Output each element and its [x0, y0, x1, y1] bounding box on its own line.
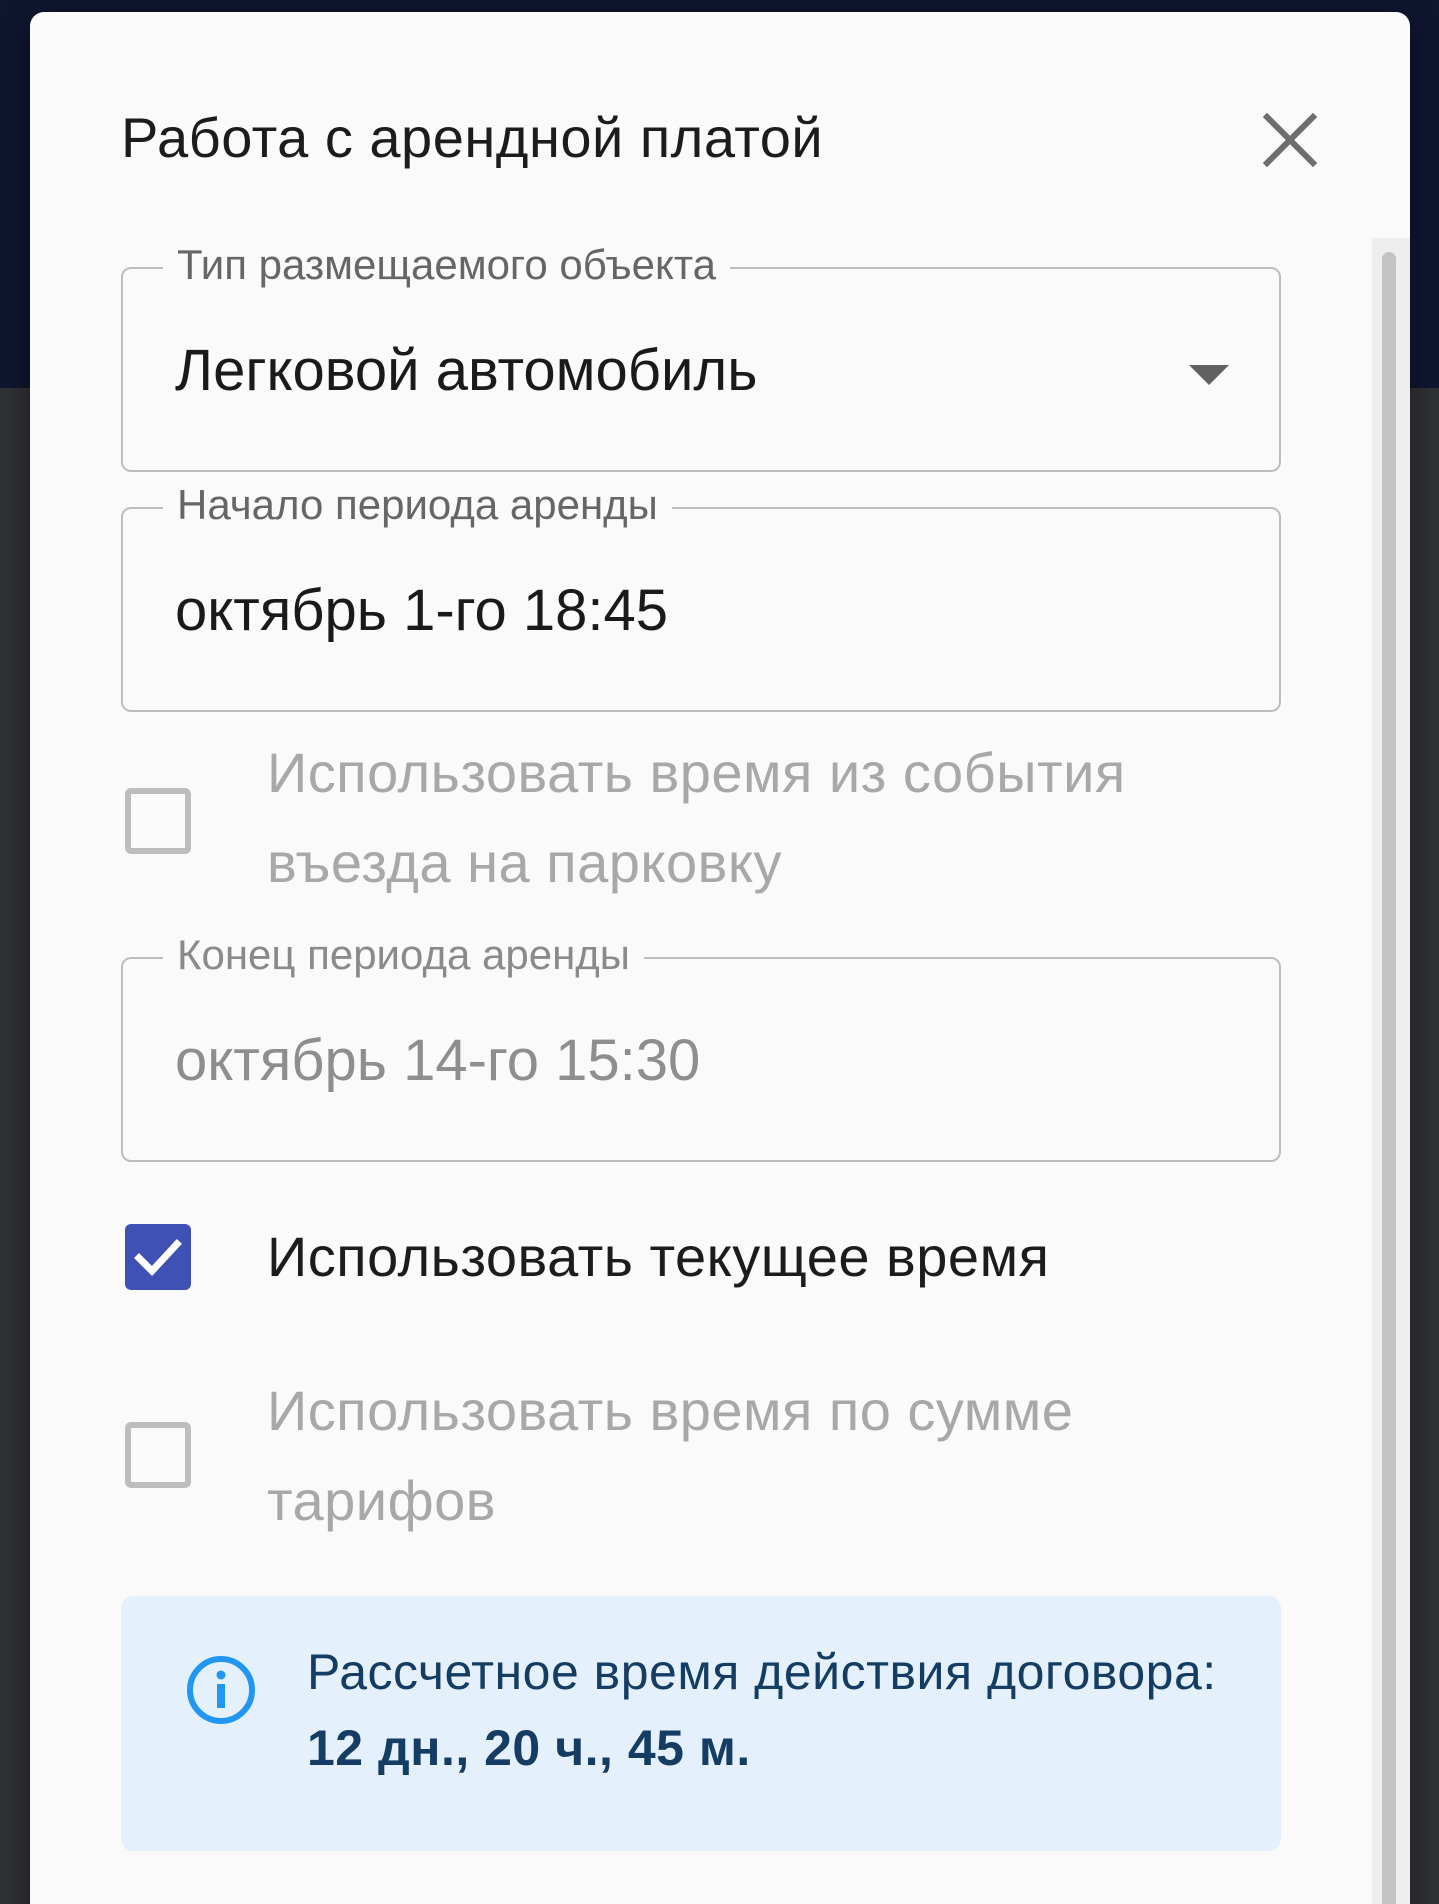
use-tariff-sum-time-checkbox[interactable]	[125, 1422, 191, 1488]
dropdown-arrow-icon	[1189, 365, 1229, 385]
use-current-time-label: Использовать текущее время	[267, 1225, 1050, 1288]
period-start-label: Начало периода аренды	[163, 473, 672, 537]
checkmark-icon	[134, 1239, 182, 1277]
use-current-time-row[interactable]: Использовать текущее время	[121, 1212, 1281, 1302]
info-text: Рассчетное время действия договора: 12 д…	[307, 1634, 1227, 1786]
info-icon	[187, 1656, 255, 1724]
info-message: Рассчетное время действия договора:	[307, 1644, 1217, 1700]
use-entry-event-time-label: Использовать время из события въезда на …	[267, 741, 1126, 894]
use-tariff-sum-time-row[interactable]: Использовать время по сумме тарифов	[121, 1366, 1281, 1546]
dialog-title: Работа с арендной платой	[121, 106, 824, 169]
object-type-label: Тип размещаемого объекта	[163, 233, 730, 297]
period-start-value: октябрь 1-го 18:45	[175, 578, 669, 643]
period-end-value: октябрь 14-го 15:30	[175, 1028, 701, 1093]
info-alert: Рассчетное время действия договора: 12 д…	[121, 1596, 1281, 1851]
period-start-field[interactable]: Начало периода аренды октябрь 1-го 18:45	[121, 473, 1281, 712]
use-current-time-checkbox[interactable]	[125, 1224, 191, 1290]
close-button[interactable]	[1250, 100, 1330, 180]
period-end-label: Конец периода аренды	[163, 923, 644, 987]
object-type-select[interactable]: Тип размещаемого объекта Легковой автомо…	[121, 233, 1281, 472]
period-end-field[interactable]: Конец периода аренды октябрь 14-го 15:30	[121, 923, 1281, 1162]
use-entry-event-time-checkbox[interactable]	[125, 788, 191, 854]
contract-duration-value: 12 дн., 20 ч., 45 м.	[307, 1720, 751, 1776]
rent-dialog: Работа с арендной платой Тип размещаемог…	[30, 12, 1410, 1904]
close-icon	[1262, 112, 1318, 168]
object-type-value: Легковой автомобиль	[175, 338, 758, 403]
use-entry-event-time-row[interactable]: Использовать время из события въезда на …	[121, 728, 1281, 908]
scrollbar-thumb[interactable]	[1382, 252, 1396, 1904]
use-tariff-sum-time-label: Использовать время по сумме тарифов	[267, 1379, 1074, 1532]
